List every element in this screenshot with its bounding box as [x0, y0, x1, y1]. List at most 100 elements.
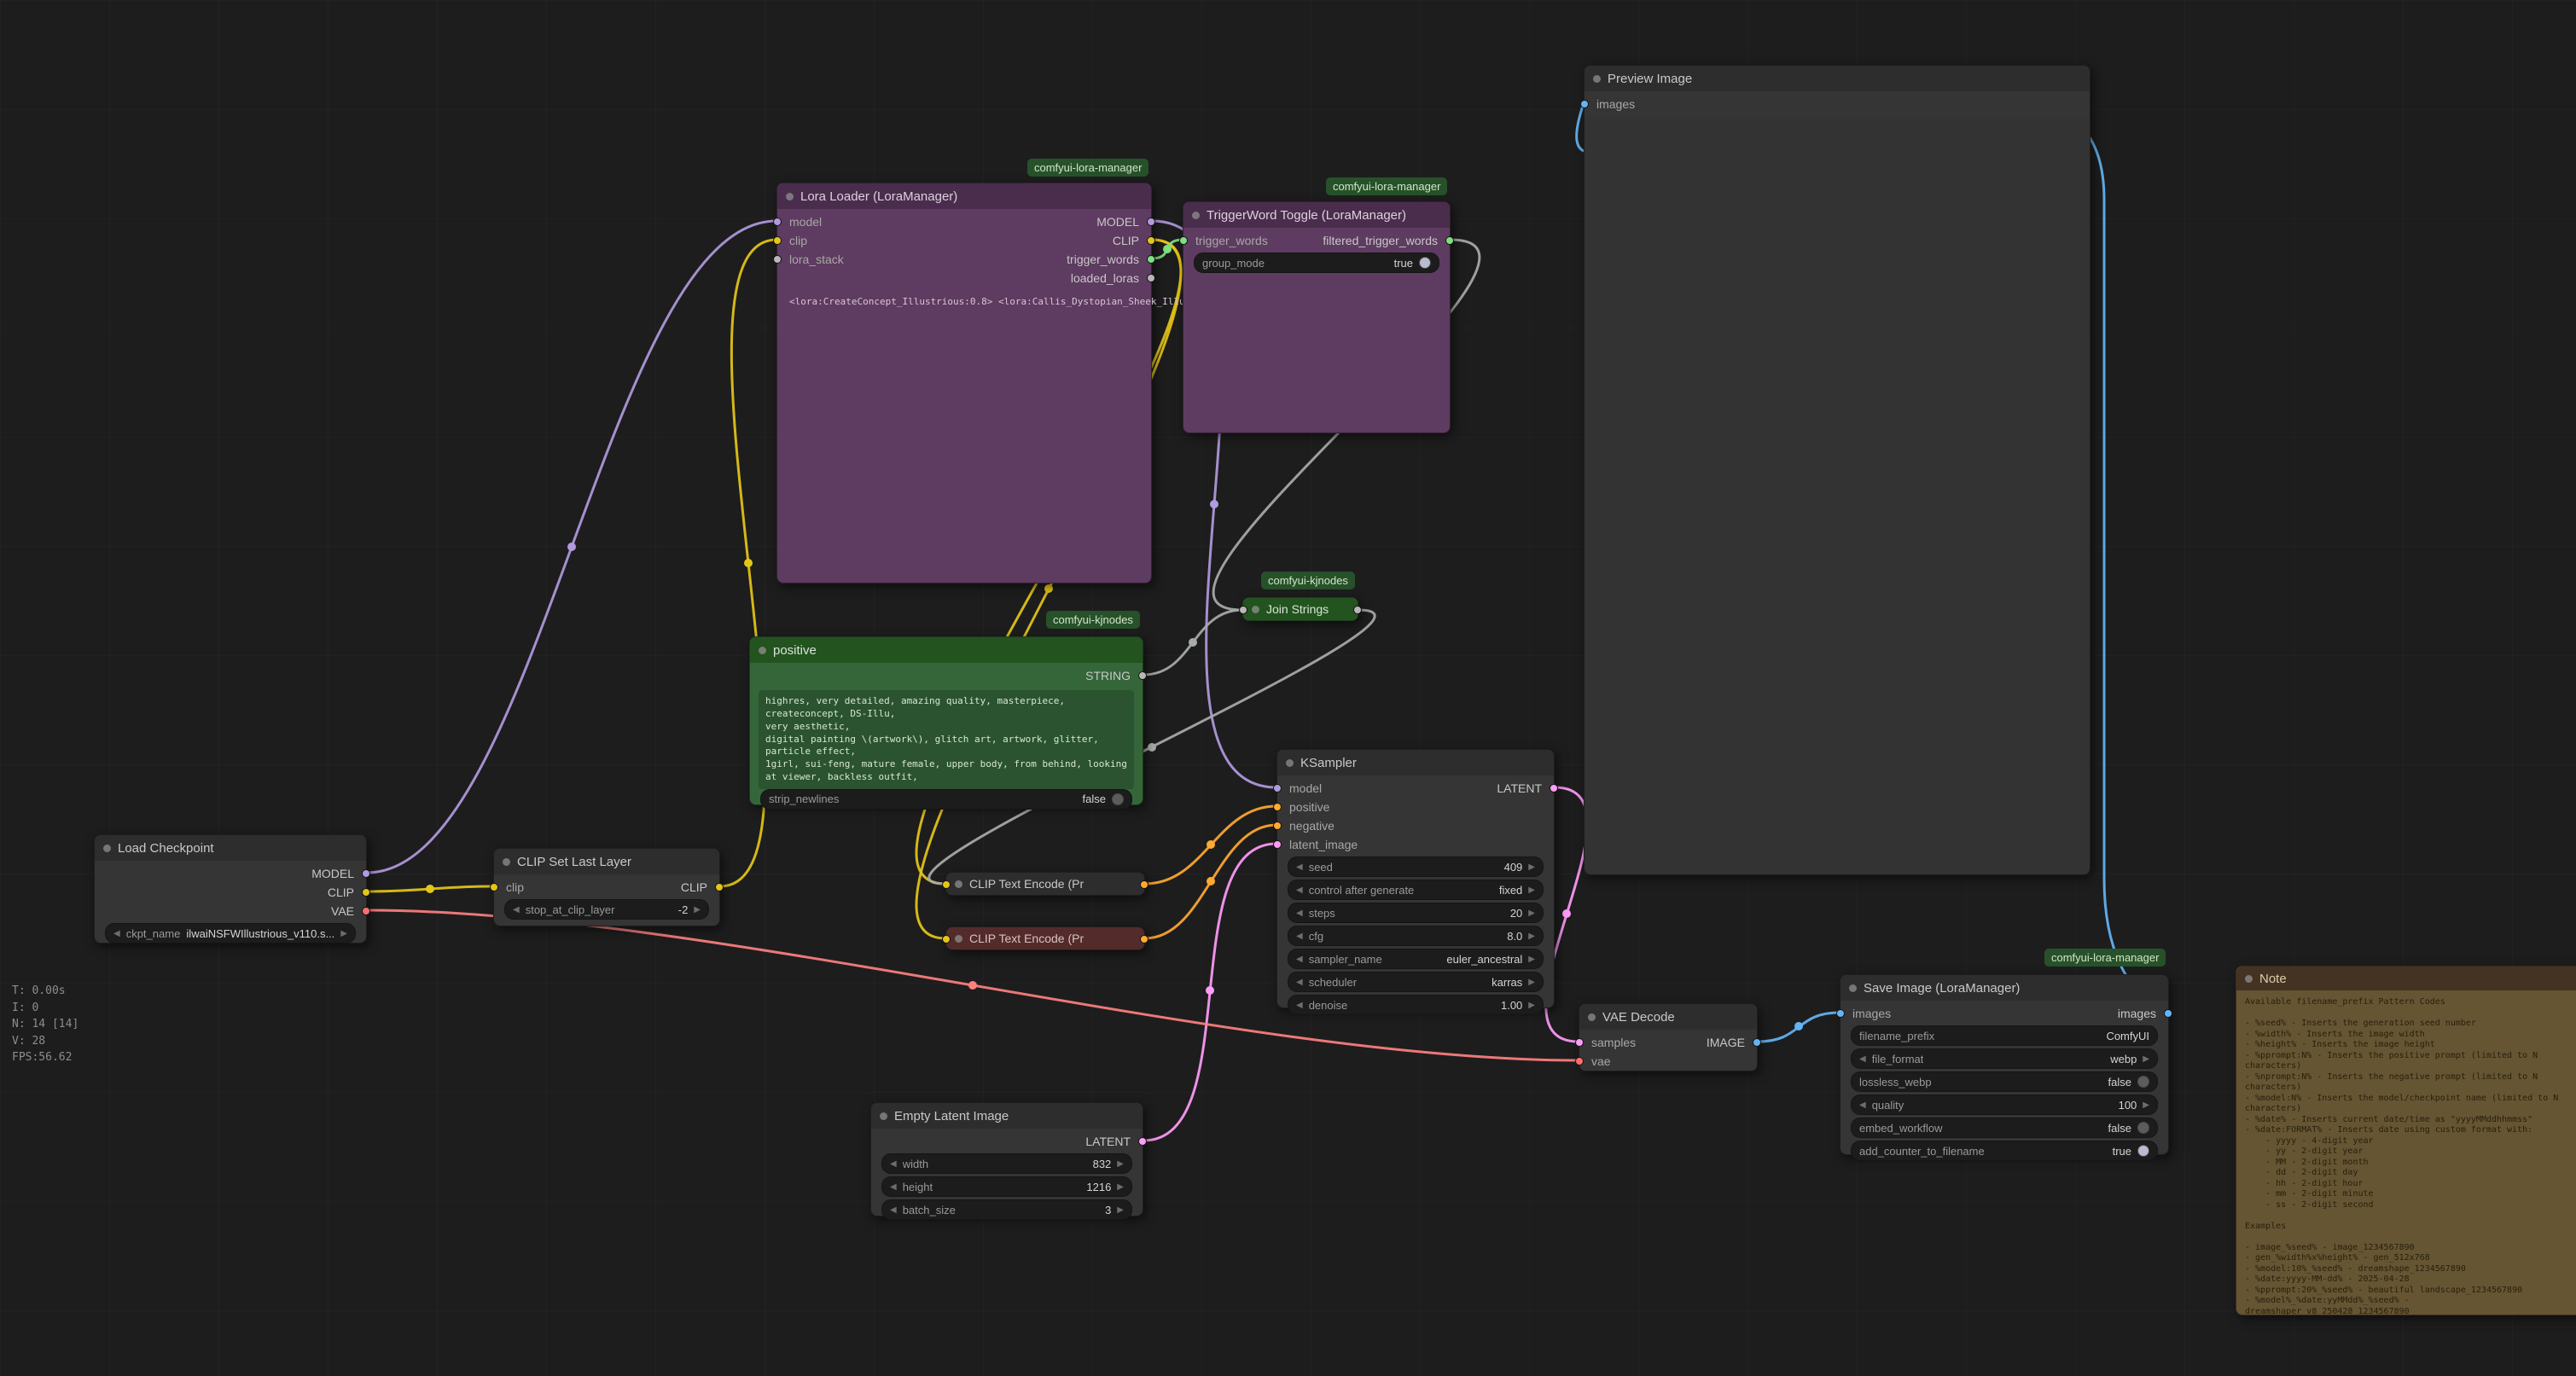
- output-port-images[interactable]: [2164, 1009, 2172, 1018]
- node-titlebar[interactable]: Lora Loader (LoraManager): [777, 183, 1151, 209]
- node-vae-decode[interactable]: VAE Decode samples IMAGE vae: [1579, 1003, 1758, 1071]
- arrow-left-icon[interactable]: ◀: [1296, 955, 1303, 964]
- widget-batch-size[interactable]: ◀batch_size3▶: [881, 1199, 1132, 1220]
- node-lora-loader[interactable]: Lora Loader (LoraManager) model MODEL cl…: [776, 183, 1152, 583]
- node-titlebar[interactable]: positive: [750, 637, 1143, 663]
- node-join-strings[interactable]: Join Strings: [1242, 597, 1358, 621]
- widget-steps[interactable]: ◀steps20▶: [1288, 903, 1544, 923]
- output-port-image[interactable]: [1753, 1038, 1761, 1047]
- output-port-conditioning[interactable]: [1140, 935, 1148, 943]
- collapse-dot[interactable]: [880, 1112, 887, 1120]
- collapse-dot[interactable]: [955, 935, 962, 943]
- widget-strip-newlines[interactable]: strip_newlines false: [760, 789, 1132, 810]
- collapse-dot[interactable]: [103, 845, 111, 852]
- widget-scheduler[interactable]: ◀schedulerkarras▶: [1288, 972, 1544, 992]
- arrow-left-icon[interactable]: ◀: [890, 1159, 897, 1169]
- node-titlebar[interactable]: CLIP Set Last Layer: [494, 849, 719, 874]
- arrow-right-icon[interactable]: ▶: [2143, 1100, 2149, 1110]
- input-port-trigger-words[interactable]: [1179, 236, 1188, 245]
- input-port-clip[interactable]: [773, 236, 782, 245]
- arrow-left-icon[interactable]: ◀: [513, 905, 520, 914]
- toggle-dot[interactable]: [2137, 1145, 2149, 1157]
- collapse-dot[interactable]: [1849, 984, 1857, 992]
- input-port-latent-image[interactable]: [1273, 840, 1282, 849]
- widget-group-mode[interactable]: group_mode true: [1194, 253, 1439, 273]
- toggle-dot[interactable]: [1112, 793, 1124, 805]
- node-triggerword-toggle[interactable]: TriggerWord Toggle (LoraManager) trigger…: [1183, 201, 1451, 433]
- collapse-dot[interactable]: [1593, 75, 1601, 83]
- arrow-left-icon[interactable]: ◀: [1296, 909, 1303, 918]
- widget-filename-prefix[interactable]: filename_prefixComfyUI: [1851, 1025, 2158, 1046]
- input-port-clip[interactable]: [942, 880, 951, 889]
- toggle-dot[interactable]: [2137, 1122, 2149, 1134]
- output-port-joined-string[interactable]: [1353, 606, 1362, 614]
- input-port-model[interactable]: [1273, 784, 1282, 793]
- output-port-clip[interactable]: [362, 888, 370, 897]
- widget-width[interactable]: ◀width832▶: [881, 1153, 1132, 1174]
- output-port-model[interactable]: [1147, 218, 1155, 226]
- input-port-positive[interactable]: [1273, 803, 1282, 811]
- arrow-left-icon[interactable]: ◀: [1859, 1054, 1866, 1064]
- note-text[interactable]: Available filename_prefix Pattern Codes …: [2236, 990, 2576, 1315]
- input-port-samples[interactable]: [1575, 1038, 1584, 1047]
- arrow-right-icon[interactable]: ▶: [1117, 1159, 1124, 1169]
- collapse-dot[interactable]: [1588, 1013, 1596, 1021]
- output-port-clip[interactable]: [715, 883, 724, 891]
- widget-seed[interactable]: ◀seed409▶: [1288, 856, 1544, 877]
- toggle-dot[interactable]: [1419, 257, 1431, 269]
- input-port-negative[interactable]: [1273, 822, 1282, 830]
- toggle-dot[interactable]: [2137, 1076, 2149, 1088]
- node-clip-set-last-layer[interactable]: CLIP Set Last Layer clip CLIP ◀ stop_at_…: [493, 848, 720, 926]
- arrow-right-icon[interactable]: ▶: [1117, 1182, 1124, 1192]
- input-port-strings[interactable]: [1239, 606, 1247, 614]
- arrow-left-icon[interactable]: ◀: [113, 929, 120, 938]
- arrow-left-icon[interactable]: ◀: [1296, 862, 1303, 872]
- node-titlebar[interactable]: Load Checkpoint: [95, 835, 366, 861]
- arrow-right-icon[interactable]: ▶: [1117, 1205, 1124, 1215]
- node-titlebar[interactable]: Empty Latent Image: [871, 1103, 1143, 1129]
- output-port-string[interactable]: [1138, 671, 1147, 680]
- collapse-dot[interactable]: [1252, 606, 1259, 613]
- node-clip-text-encode-positive[interactable]: CLIP Text Encode (Pr: [945, 872, 1145, 896]
- widget-embed-workflow[interactable]: embed_workflowfalse: [1851, 1118, 2158, 1138]
- widget-height[interactable]: ◀height1216▶: [881, 1176, 1132, 1197]
- arrow-right-icon[interactable]: ▶: [1528, 862, 1535, 872]
- arrow-right-icon[interactable]: ▶: [340, 929, 347, 938]
- input-port-clip[interactable]: [942, 935, 951, 943]
- collapse-dot[interactable]: [503, 858, 510, 866]
- input-port-lora-stack[interactable]: [773, 255, 782, 264]
- output-port-trigger-words[interactable]: [1147, 255, 1155, 264]
- arrow-left-icon[interactable]: ◀: [1296, 978, 1303, 987]
- arrow-right-icon[interactable]: ▶: [1528, 1001, 1535, 1010]
- input-port-vae[interactable]: [1575, 1057, 1584, 1065]
- node-clip-text-encode-negative[interactable]: CLIP Text Encode (Pr: [945, 926, 1145, 950]
- arrow-right-icon[interactable]: ▶: [1528, 885, 1535, 895]
- collapse-dot[interactable]: [759, 647, 766, 654]
- widget-add-counter-to-filename[interactable]: add_counter_to_filenametrue: [1851, 1141, 2158, 1161]
- arrow-right-icon[interactable]: ▶: [1528, 978, 1535, 987]
- output-port-vae[interactable]: [362, 907, 370, 915]
- collapse-dot[interactable]: [1286, 759, 1294, 767]
- arrow-right-icon[interactable]: ▶: [694, 905, 701, 914]
- arrow-left-icon[interactable]: ◀: [890, 1205, 897, 1215]
- node-titlebar[interactable]: CLIP Text Encode (Pr: [946, 927, 1144, 949]
- lora-stack-text[interactable]: <lora:CreateConcept_Illustrious:0.8> <lo…: [777, 287, 1151, 307]
- node-titlebar[interactable]: Preview Image: [1585, 66, 2090, 91]
- arrow-right-icon[interactable]: ▶: [1528, 932, 1535, 941]
- arrow-right-icon[interactable]: ▶: [1528, 955, 1535, 964]
- arrow-left-icon[interactable]: ◀: [1859, 1100, 1866, 1110]
- node-titlebar[interactable]: VAE Decode: [1579, 1004, 1757, 1030]
- node-ksampler[interactable]: KSampler model LATENT positive negative …: [1276, 749, 1555, 1008]
- arrow-left-icon[interactable]: ◀: [1296, 932, 1303, 941]
- widget-lossless-webp[interactable]: lossless_webpfalse: [1851, 1071, 2158, 1092]
- widget-file-format[interactable]: ◀file_formatwebp▶: [1851, 1048, 2158, 1069]
- input-port-clip[interactable]: [490, 883, 498, 891]
- output-port-latent[interactable]: [1138, 1137, 1147, 1146]
- node-graph-canvas[interactable]: T: 0.00s I: 0 N: 14 [14] V: 28 FPS:56.62…: [0, 0, 2576, 1376]
- widget-sampler-name[interactable]: ◀sampler_nameeuler_ancestral▶: [1288, 949, 1544, 969]
- node-titlebar[interactable]: Note: [2236, 967, 2576, 990]
- collapse-dot[interactable]: [955, 880, 962, 888]
- prompt-textarea[interactable]: highres, very detailed, amazing quality,…: [759, 690, 1134, 789]
- input-port-model[interactable]: [773, 218, 782, 226]
- output-port-loaded-loras[interactable]: [1147, 274, 1155, 282]
